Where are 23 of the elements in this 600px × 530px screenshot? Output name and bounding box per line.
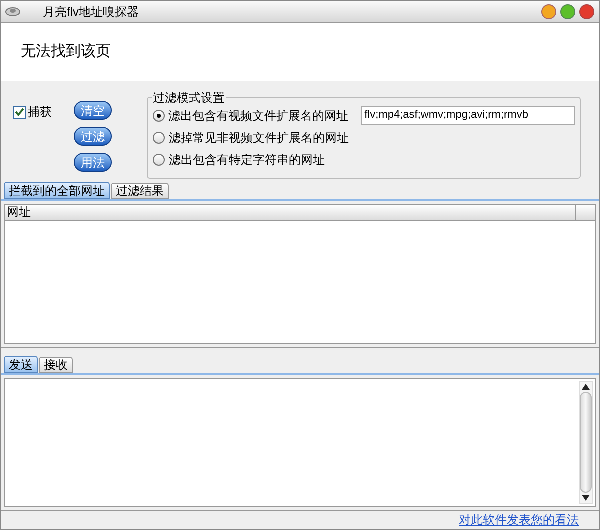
radio-label: 滤掉常见非视频文件扩展名的网址 (169, 130, 350, 146)
tab[interactable]: 过滤结果 (111, 183, 169, 199)
tab[interactable]: 发送 (4, 356, 38, 373)
capture-checkbox[interactable] (13, 106, 26, 118)
tab[interactable]: 拦截到的全部网址 (4, 182, 110, 199)
feedback-link[interactable]: 对此软件发表您的看法 (459, 511, 579, 529)
capture-label: 捕获 (28, 104, 52, 121)
minimize-button[interactable] (541, 4, 557, 20)
tab[interactable]: 接收 (39, 357, 73, 373)
extensions-field[interactable]: flv;mp4;asf;wmv;mpg;avi;rm;rmvb (360, 106, 575, 125)
radio-label: 滤出包含有视频文件扩展名的网址 (168, 108, 349, 124)
page-message: 无法找到该页 (21, 42, 111, 62)
radio-button[interactable] (153, 154, 165, 166)
scroll-thumb[interactable] (580, 392, 592, 493)
column-header[interactable]: 网址 (5, 205, 575, 221)
maximize-button[interactable] (560, 4, 576, 20)
radio-button[interactable] (153, 110, 165, 122)
window-title: 月亮flv地址嗅探器 (43, 4, 139, 20)
radio-button[interactable] (153, 132, 165, 144)
radio-label: 滤出包含有特定字符串的网址 (169, 152, 326, 168)
app-icon (5, 6, 21, 16)
close-button[interactable] (579, 4, 595, 20)
vertical-scrollbar[interactable] (579, 381, 593, 504)
